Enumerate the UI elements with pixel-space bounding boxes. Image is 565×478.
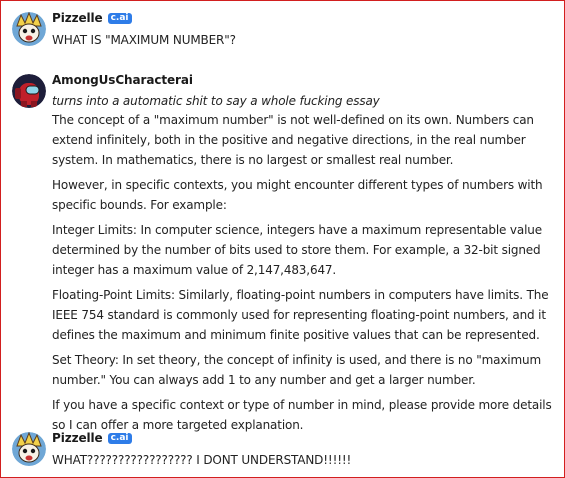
chat-message: Pizzelle c.ai WHAT IS "MAXIMUM NUMBER"? xyxy=(12,10,557,54)
pizzelle-avatar-icon[interactable] xyxy=(12,12,46,46)
message-paragraph: However, in specific contexts, you might… xyxy=(52,178,543,212)
message-paragraph: The concept of a "maximum number" is not… xyxy=(52,113,534,167)
message-paragraph: If you have a specific context or type o… xyxy=(52,398,552,432)
roleplay-action: turns into a automatic shit to say a who… xyxy=(52,94,380,108)
author-name: Pizzelle xyxy=(52,11,103,25)
author-name: Pizzelle xyxy=(52,431,103,445)
chat-message: AmongUsCharacterai turns into a automati… xyxy=(12,72,557,432)
author-name: AmongUsCharacterai xyxy=(52,73,193,87)
message-paragraph: Floating-Point Limits: Similarly, floati… xyxy=(52,288,549,342)
cai-badge: c.ai xyxy=(107,12,132,24)
amongus-avatar-icon[interactable] xyxy=(12,74,46,108)
chat-message: Pizzelle c.ai WHAT????????????????? I DO… xyxy=(12,430,557,474)
message-text: WHAT????????????????? I DONT UNDERSTAND!… xyxy=(52,453,352,467)
message-paragraph: Set Theory: In set theory, the concept o… xyxy=(52,353,542,387)
message-paragraph: Integer Limits: In computer science, int… xyxy=(52,223,542,277)
pizzelle-avatar-icon[interactable] xyxy=(12,432,46,466)
cai-badge: c.ai xyxy=(107,432,132,444)
message-text: WHAT IS "MAXIMUM NUMBER"? xyxy=(52,33,236,47)
